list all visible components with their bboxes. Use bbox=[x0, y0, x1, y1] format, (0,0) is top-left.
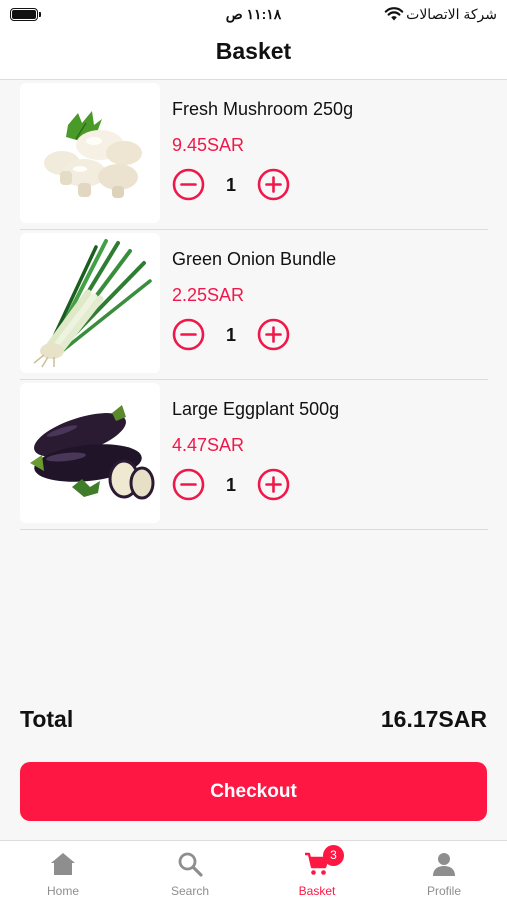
total-label: Total bbox=[20, 706, 74, 732]
item-quantity: 1 bbox=[225, 325, 236, 345]
checkout-button[interactable]: Checkout bbox=[20, 762, 487, 821]
item-price: 9.45SAR bbox=[172, 135, 245, 155]
status-bar: ١١:١٨ ص شركة الاتصالات bbox=[0, 0, 507, 30]
plus-circle-icon bbox=[257, 468, 290, 501]
minus-circle-icon bbox=[172, 168, 205, 201]
mushroom-image bbox=[20, 83, 160, 223]
wifi-icon bbox=[384, 7, 404, 21]
total-value: 16.17SAR bbox=[380, 706, 487, 732]
basket-item: Green Onion Bundle 2.25SAR 1 bbox=[20, 229, 488, 380]
basket-item: Large Eggplant 500g 4.47SAR 1 bbox=[20, 379, 488, 530]
green-onion-image bbox=[20, 233, 160, 373]
item-quantity: 1 bbox=[225, 175, 236, 195]
plus-circle-icon bbox=[257, 318, 290, 351]
minus-circle-icon bbox=[172, 468, 205, 501]
item-name: Fresh Mushroom 250g bbox=[172, 99, 354, 119]
tab-profile[interactable]: Profile bbox=[381, 841, 507, 900]
basket-item: Fresh Mushroom 250g 9.45SAR 1 bbox=[20, 79, 488, 230]
tab-label: Basket bbox=[298, 884, 336, 898]
minus-circle-icon bbox=[172, 318, 205, 351]
item-name: Large Eggplant 500g bbox=[172, 399, 340, 419]
item-name: Green Onion Bundle bbox=[172, 249, 337, 269]
tab-home[interactable]: Home bbox=[0, 841, 126, 900]
plus-circle-icon bbox=[257, 168, 290, 201]
search-icon bbox=[178, 852, 203, 877]
increase-quantity-button[interactable] bbox=[257, 168, 290, 201]
tab-label: Profile bbox=[426, 884, 461, 898]
decrease-quantity-button[interactable] bbox=[172, 468, 205, 501]
increase-quantity-button[interactable] bbox=[257, 318, 290, 351]
item-quantity: 1 bbox=[225, 475, 236, 495]
carrier-name: شركة الاتصالات bbox=[406, 6, 497, 22]
tab-label: Home bbox=[46, 884, 79, 898]
item-price: 2.25SAR bbox=[172, 285, 245, 305]
person-icon bbox=[433, 853, 455, 876]
home-icon bbox=[51, 853, 75, 875]
tab-label: Search bbox=[170, 884, 210, 898]
eggplant-image bbox=[20, 383, 160, 523]
increase-quantity-button[interactable] bbox=[257, 468, 290, 501]
header: Basket bbox=[0, 30, 507, 80]
page-title: Basket bbox=[215, 38, 292, 64]
tab-bar: Home Search 3 Basket Profile bbox=[0, 840, 507, 900]
decrease-quantity-button[interactable] bbox=[172, 318, 205, 351]
tab-search[interactable]: Search bbox=[127, 841, 253, 900]
tab-basket[interactable]: 3 Basket bbox=[254, 841, 380, 900]
item-price: 4.47SAR bbox=[172, 435, 245, 455]
cart-count-badge: 3 bbox=[323, 845, 344, 866]
decrease-quantity-button[interactable] bbox=[172, 168, 205, 201]
